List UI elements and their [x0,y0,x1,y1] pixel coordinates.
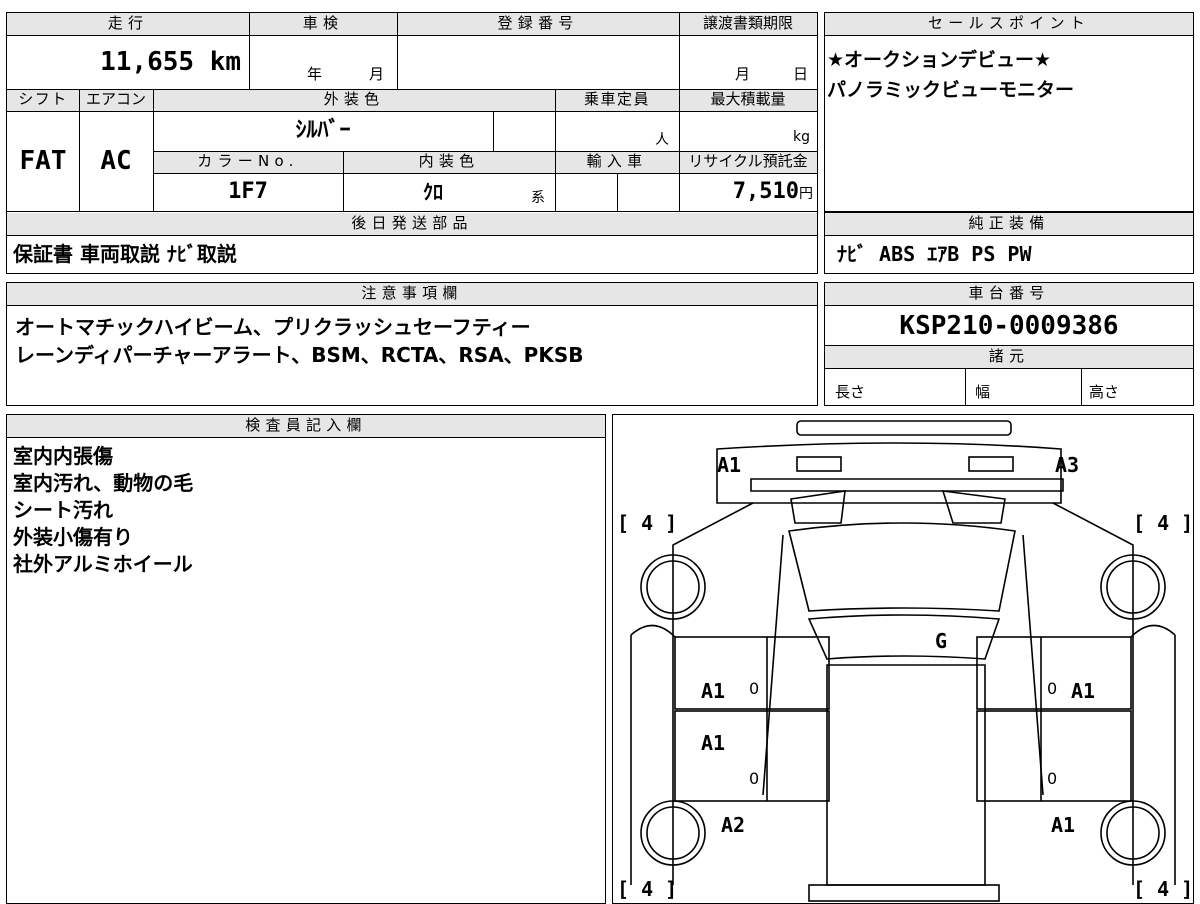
inspector-lines: 室内内張傷 室内汚れ、動物の毛 シート汚れ 外装小傷有り 社外アルミホイール [13,443,193,578]
deadline-day: 日 [793,65,809,83]
mark-left-rear-door: A1 [701,731,726,755]
tire-rear-right-score: [ 4 ] [1133,877,1194,901]
mark-left-front-door: A1 [701,679,726,703]
shaken-month-unit: 月 [369,65,385,83]
recycle-header: リサイクル預託金 [679,151,817,173]
notes-title: 注意事項欄 [7,283,817,305]
equipment-title: 純正装備 [825,213,1193,235]
mark-roof: G [935,629,948,653]
sales-point-title: セールスポイント [825,13,1193,35]
mark-right-rear: A1 [1051,813,1076,837]
later-parts-header: 後日発送部品 [7,213,817,235]
sales-point-line: パノラミックビューモニター [827,79,1075,101]
exterior-color-value: ｼﾙﾊﾞｰ [295,118,351,143]
later-parts-value: 保証書 車両取説 ﾅﾋﾞ取説 [13,242,237,266]
yen-unit: 円 [799,186,813,202]
spec-width: 幅 [975,383,991,401]
zero-mark: 0 [1047,679,1058,698]
interior-color-value: ｸﾛ [423,180,443,204]
tire-front-right-score: [ 4 ] [1133,511,1194,535]
inspector-line: シート汚れ [13,498,113,522]
spec-length: 長さ [835,383,866,401]
mileage-value: 11,655 km [7,35,249,89]
mark-front-left: A1 [717,453,742,477]
max-load-header: 最大積載量 [679,89,817,111]
mark-right-front-door: A1 [1071,679,1096,703]
chassis-panel: 車台番号 KSP210-0009386 諸元 長さ 幅 高さ [824,282,1194,406]
chassis-number: KSP210-0009386 [899,311,1119,341]
interior-color-header: 内装色 [343,151,555,173]
color-no-header: カラーNo. [153,151,343,173]
sales-point-panel: セールスポイント ★オークションデビュー★ パノラミックビューモニター [824,12,1194,212]
notes-line: レーンディパーチャーアラート、BSM、RCTA、RSA、PKSB [15,343,584,367]
zero-mark: 0 [749,679,760,698]
deadline-month: 月 [735,65,751,83]
mark-left-rear: A2 [721,813,746,837]
shaken-header: 車検 [249,13,397,35]
shift-header: シフト [7,89,79,111]
aircon-header: エアコン [79,89,153,111]
sales-point-line: ★オークションデビュー★ [827,49,1052,71]
mileage-number: 11,655 [100,47,195,77]
recycle-fee: 7,510円 [679,173,817,211]
equipment-value: ﾅﾋﾞ ABS ｴｱB PS PW [837,242,1032,266]
color-no-value: 1F7 [228,179,268,204]
mileage-unit: km [209,47,241,77]
sales-point-lines: ★オークションデビュー★ パノラミックビューモニター [827,45,1074,105]
shaken-year-unit: 年 [307,65,323,83]
notes-lines: オートマチックハイビーム、プリクラッシュセーフティー レーンディパーチャーアラー… [15,313,584,369]
recycle-fee-number: 7,510 [732,179,799,204]
interior-suffix: 系 [531,190,545,206]
import-header: 輸入車 [555,151,679,173]
car-outline-diagram [630,420,1176,902]
inspector-title: 検査員記入欄 [7,415,605,437]
notes-panel: 注意事項欄 オートマチックハイビーム、プリクラッシュセーフティー レーンディパー… [6,282,818,406]
shift-value: FAT [19,146,67,176]
notes-line: オートマチックハイビーム、プリクラッシュセーフティー [15,315,531,339]
load-unit: kg [793,129,810,145]
tire-front-left-score: [ 4 ] [617,511,678,535]
inspector-line: 社外アルミホイール [13,552,193,576]
inspector-panel: 検査員記入欄 室内内張傷 室内汚れ、動物の毛 シート汚れ 外装小傷有り 社外アル… [6,414,606,904]
zero-mark: 0 [1047,769,1058,788]
exterior-color-header: 外装色 [153,89,555,111]
inspector-line: 室内内張傷 [13,444,113,468]
car-diagram-panel: A1 A3 G A1 A1 A1 A2 A1 [ 4 ] [ 4 ] [ 4 ]… [612,414,1194,904]
capacity-header: 乗車定員 [555,89,679,111]
registration-header: 登録番号 [397,13,679,35]
spec-title: 諸元 [825,346,1193,368]
tire-rear-left-score: [ 4 ] [617,877,678,901]
chassis-title: 車台番号 [825,283,1193,305]
inspector-line: 室内汚れ、動物の毛 [13,471,194,495]
mileage-header: 走行 [7,13,249,35]
capacity-unit: 人 [655,132,669,148]
vehicle-info-table: 走行 車検 登録番号 譲渡書類期限 11,655 km 年 月 月 日 シフト … [6,12,818,274]
equipment-panel: 純正装備 ﾅﾋﾞ ABS ｴｱB PS PW [824,212,1194,274]
transfer-deadline-header: 譲渡書類期限 [679,13,817,35]
spec-height: 高さ [1089,383,1120,401]
mark-front-right: A3 [1055,453,1080,477]
inspector-line: 外装小傷有り [13,525,133,549]
aircon-value: AC [100,146,132,176]
zero-mark: 0 [749,769,760,788]
